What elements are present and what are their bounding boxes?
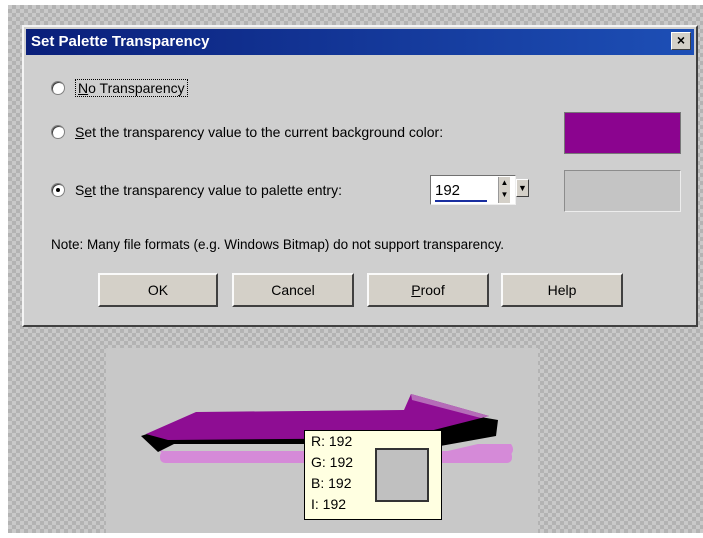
- tooltip-i: I: 192: [311, 496, 347, 512]
- close-button[interactable]: ×: [671, 32, 691, 50]
- option-palette-entry-label: Set the transparency value to palette en…: [75, 182, 342, 198]
- proof-button[interactable]: Proof: [367, 273, 489, 307]
- radio-background-color[interactable]: [51, 125, 65, 139]
- chevron-down-icon[interactable]: ▼: [516, 179, 529, 197]
- title-bar[interactable]: Set Palette Transparency ×: [26, 29, 694, 55]
- option-no-transparency[interactable]: No Transparency: [51, 79, 188, 97]
- dialog-title: Set Palette Transparency: [31, 33, 210, 50]
- option-palette-entry[interactable]: Set the transparency value to palette en…: [51, 182, 342, 198]
- option-no-transparency-label: No Transparency: [75, 79, 188, 97]
- transparency-note: Note: Many file formats (e.g. Windows Bi…: [51, 237, 504, 252]
- option-background-color-label: Set the transparency value to the curren…: [75, 124, 444, 140]
- cancel-button[interactable]: Cancel: [232, 273, 354, 307]
- help-button[interactable]: Help: [501, 273, 623, 307]
- tooltip-color-swatch: [375, 448, 429, 502]
- close-icon: ×: [676, 32, 686, 48]
- option-background-color[interactable]: Set the transparency value to the curren…: [51, 124, 443, 140]
- tooltip-b: B: 192: [311, 475, 352, 491]
- palette-color-swatch: [564, 170, 681, 212]
- ok-button[interactable]: OK: [98, 273, 218, 307]
- palette-entry-value: 192: [435, 182, 461, 199]
- pixel-info-tooltip: R: 192 G: 192 B: 192 I: 192: [304, 430, 442, 520]
- radio-no-transparency[interactable]: [51, 81, 65, 95]
- tooltip-g: G: 192: [311, 454, 354, 470]
- set-palette-transparency-dialog: Set Palette Transparency × No Transparen…: [22, 25, 698, 327]
- background-color-swatch: [564, 112, 681, 154]
- spinner-arrows-icon[interactable]: ▲ ▼: [498, 177, 510, 203]
- radio-palette-entry[interactable]: [51, 183, 65, 197]
- tooltip-r: R: 192: [311, 433, 353, 449]
